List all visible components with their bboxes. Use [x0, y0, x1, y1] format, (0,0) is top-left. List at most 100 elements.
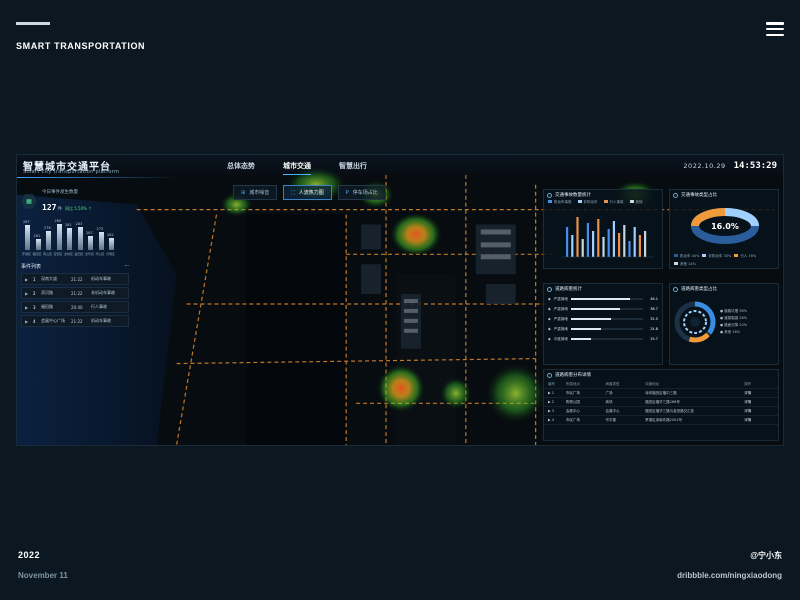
road-stat-value: 15.7: [650, 337, 658, 341]
donut-center-value: 16.0%: [711, 222, 739, 231]
accident-donut-chart: 16.0%: [691, 208, 759, 244]
event-time: 21:22: [71, 276, 83, 282]
table-row[interactable]: ▶ 3 会展中心 会展中心 福田区福华三路与金田路交汇处 详情: [544, 407, 778, 416]
footer-year: 2022: [18, 550, 41, 560]
road-stat-value: 46.1: [650, 297, 658, 301]
table-header-cell: 详细地址: [645, 381, 660, 386]
play-icon[interactable]: ▶: [25, 277, 33, 282]
detail-link[interactable]: 详情: [744, 391, 774, 396]
traffic-bar: [571, 235, 574, 257]
district-bar-value: 261: [33, 233, 41, 238]
table-cell: 商场: [605, 399, 613, 404]
table-cell: 市民广场: [565, 417, 580, 422]
panel-bullet-icon: [547, 372, 552, 378]
road-stat-track: [570, 318, 643, 320]
hamburger-menu-icon[interactable]: [766, 22, 784, 36]
play-icon[interactable]: ▶: [25, 319, 33, 324]
road-stat-label: 严重拥堵: [553, 296, 568, 301]
table-cell: 福田区福华三路与金田路交汇处: [645, 408, 695, 413]
road-stat-row: ◆ 严重拥堵 38.7: [544, 304, 662, 314]
traffic-bar: [623, 225, 626, 257]
table-cell: 购物公园: [565, 399, 580, 404]
traffic-bar: [597, 219, 600, 257]
district-bar-value: 276: [44, 225, 51, 230]
district-bar-value: 283: [75, 222, 83, 227]
traffic-stats-panel: 交通事故数量统计 机动车事故 非机动车 行人事故 其他: [543, 189, 663, 269]
traffic-bar: [607, 229, 610, 257]
road-types-panel: 道路病害类型占比 ● 道路坑槽 36% ● 道路裂缝 28% ● 路面沉降 20% ●…: [669, 283, 779, 365]
tab-city-traffic[interactable]: 城市交通: [283, 161, 311, 175]
road-stat-icon: ◆: [548, 297, 551, 301]
road-types-legend: ● 道路坑槽 36% ● 道路裂缝 28% ● 路面沉降 20% ● 其他 16%: [720, 308, 747, 336]
table-cell: 福田区福华三路268号: [645, 399, 680, 404]
district-bar: [67, 228, 72, 250]
district-bar-chart: 287 罗湖区 261 福田区 276 南山区 289 宝安区 281 龙岗区 283 盐田区 267 龙…: [21, 219, 121, 256]
tab-overview[interactable]: 总体态势: [227, 161, 255, 171]
top-accent-bar: [16, 22, 50, 25]
road-stats-list: ◆ 严重拥堵 46.1 ◆ 严重拥堵 38.7 ◆ 严重拥堵 32.5 ◆ 严重拥堵 24.8 ◆ 中度拥…: [544, 294, 662, 344]
event-row[interactable]: ▶ 3 福田路 20:40 行人事故: [21, 301, 129, 313]
event-count-card: ▦ 今日事件发生数量 127件 同比 5.50% ↑: [21, 189, 129, 214]
event-type: 非机动车事故: [91, 290, 115, 295]
filter-noise-button[interactable]: ⊞ 城市噪音: [233, 185, 278, 200]
event-table: ▶ 1 深南大道 21:22 机动车事故 ▶ 2 滨河路 21:22 非机动车事故 ▶ 3 福田路 20:…: [21, 273, 129, 327]
event-type: 机动车事故: [91, 276, 111, 281]
event-row[interactable]: ▶ 4 会展中心广场 21:22 机动车事故: [21, 315, 129, 327]
table-row[interactable]: ▶ 1 市民广场 广场 深圳福田区福中三路 详情: [544, 389, 778, 398]
filter-parking-button[interactable]: P 停车场占比: [337, 185, 386, 200]
table-row[interactable]: ▶ 4 市民广场 写字楼 罗湖区深南东路2001号 详情: [544, 416, 778, 425]
filter-heatmap-button[interactable]: ⛶ 人流热力图: [283, 185, 332, 200]
map-filters: ⊞ 城市噪音 ⛶ 人流热力图 P 停车场占比: [233, 185, 386, 200]
clock-time: 14:53:29: [733, 161, 777, 171]
event-row[interactable]: ▶ 2 滨河路 21:22 非机动车事故: [21, 287, 129, 299]
legend-item: 机动车 40%: [674, 254, 699, 259]
detail-link[interactable]: 详情: [744, 418, 774, 423]
table-header-cell: 病害类型: [605, 381, 620, 386]
tab-smart-travel[interactable]: 智慧出行: [339, 161, 367, 171]
road-stat-fill: [570, 308, 620, 310]
table-cell: 深圳福田区福中三路: [645, 390, 677, 395]
traffic-bar: [638, 235, 641, 257]
event-location: 福田路: [41, 304, 53, 309]
district-bar: [77, 227, 83, 250]
play-icon[interactable]: ▶: [25, 291, 33, 296]
legend-item: ● 道路裂缝 28%: [720, 315, 748, 320]
panel-bullet-icon: [547, 192, 552, 198]
traffic-bar: [576, 217, 579, 257]
road-stat-track: [570, 338, 643, 340]
table-row[interactable]: ▶ 2 购物公园 商场 福田区福华三路268号 详情: [544, 398, 778, 407]
district-bar-label: 光明区: [106, 252, 116, 256]
table-cell: 会展中心: [605, 408, 620, 413]
table-cell: ▶ 1: [548, 391, 555, 395]
more-icon: ···: [124, 263, 129, 269]
detail-link[interactable]: 详情: [744, 409, 774, 414]
event-location: 会展中心广场: [41, 318, 65, 323]
author-url[interactable]: dribbble.com/ningxiaodong: [677, 571, 782, 580]
road-types-ring-chart: [674, 301, 716, 343]
district-bar: [35, 238, 41, 250]
district-bar-label: 坪山区: [95, 252, 105, 256]
event-type: 机动车事故: [91, 318, 111, 323]
left-panel: ▦ 今日事件发生数量 127件 同比 5.50% ↑ 287 罗湖区 261 福田区 27…: [21, 189, 129, 339]
event-list-header: 事件列表 ···: [21, 263, 129, 270]
table-cell: 会展中心: [565, 408, 580, 413]
event-number: 3: [33, 304, 36, 310]
traffic-bar: [618, 233, 621, 257]
district-bar: [109, 238, 114, 250]
traffic-bar-chart: [562, 217, 654, 258]
road-stat-value: 38.7: [650, 307, 658, 311]
event-number: 2: [33, 290, 36, 296]
traffic-bar: [633, 227, 636, 257]
accident-type-legend: 机动车 40% 非机动车 30% 行人 16% 其他 14%: [670, 254, 778, 267]
road-stat-label: 严重拥堵: [553, 306, 568, 311]
road-stat-fill: [570, 318, 612, 320]
grid-icon: ▦: [21, 194, 37, 209]
detail-link[interactable]: 详情: [744, 400, 774, 405]
dashboard-clock: 2022.10.29 14:53:29: [683, 161, 777, 171]
road-stat-track: [570, 298, 643, 300]
event-row[interactable]: ▶ 1 深南大道 21:22 机动车事故: [21, 273, 129, 285]
legend-item: ● 路面沉降 20%: [720, 322, 748, 327]
event-count-change: 同比 5.50% ↑: [64, 206, 92, 211]
footer-date: November 11: [18, 571, 68, 580]
play-icon[interactable]: ▶: [25, 305, 33, 310]
